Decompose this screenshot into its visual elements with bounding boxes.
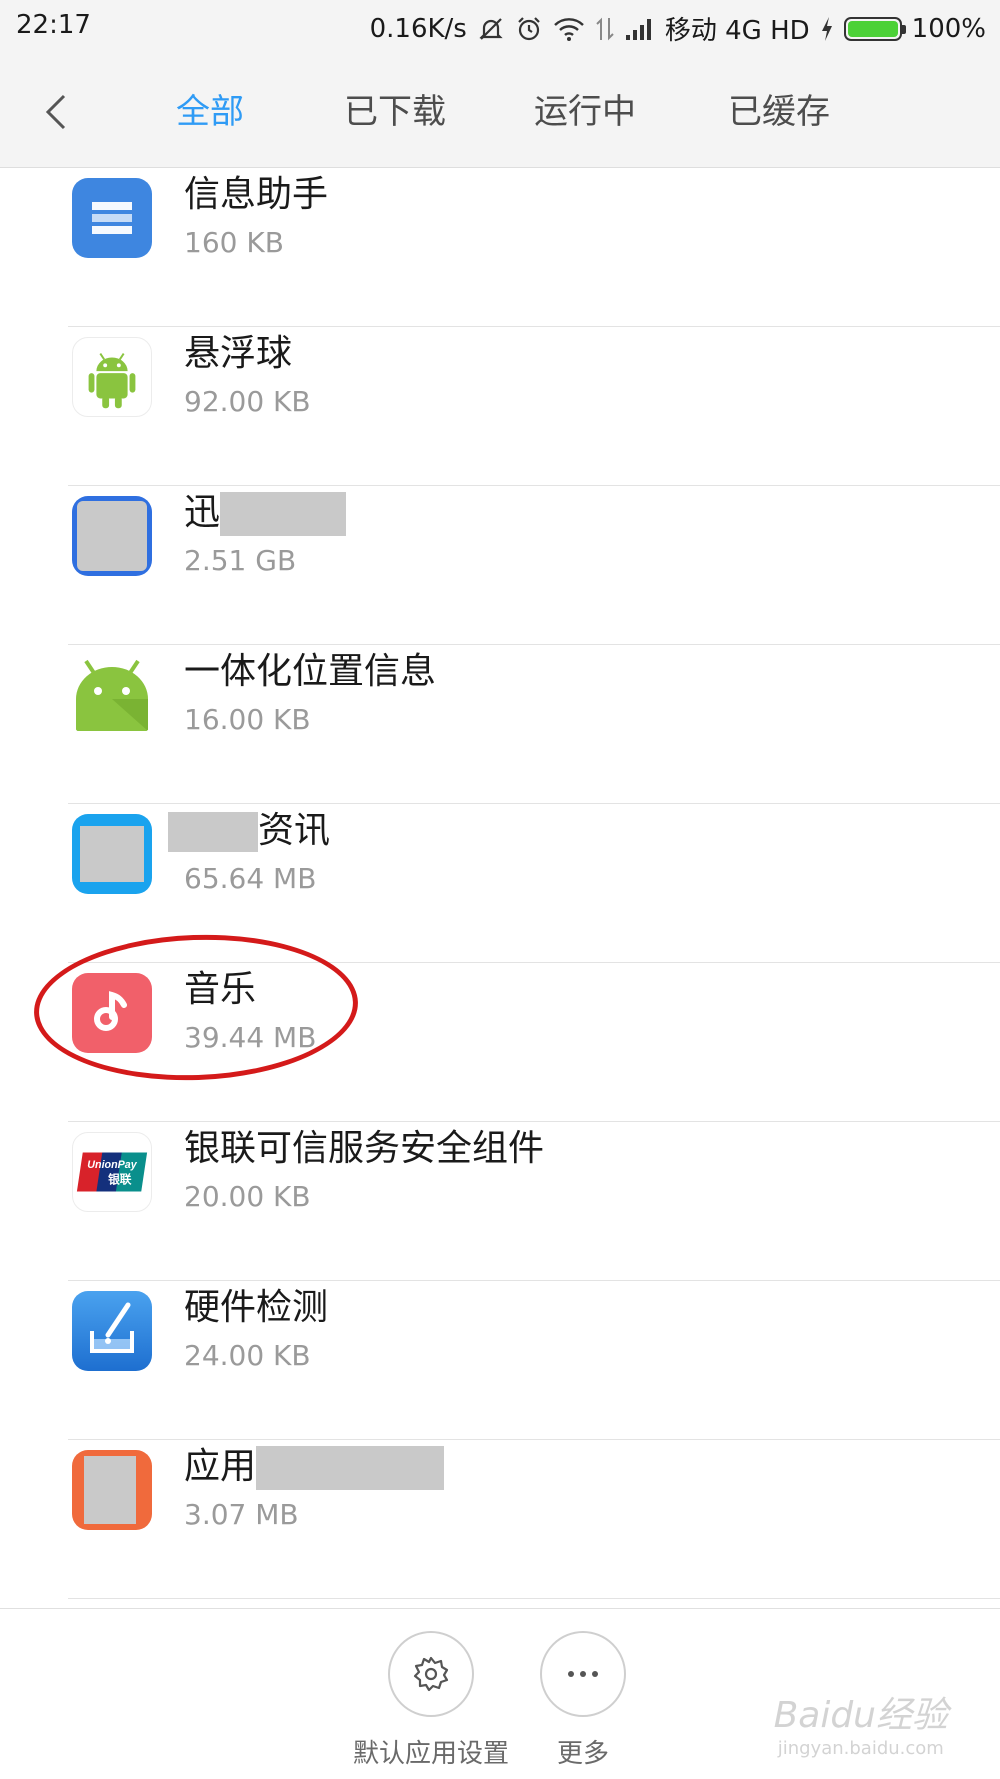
app-name: 硬件检测 <box>184 1287 329 1328</box>
app-name: 迅 <box>184 488 347 538</box>
app-row-float-ball[interactable]: 悬浮球 92.00 KB <box>0 327 1000 486</box>
app-list: 信息助手 160 KB 悬浮球 92.00 KB 迅 2.51 GB 一体化位置… <box>0 168 1000 1599</box>
unionpay-icon: UnionPay 银联 <box>72 1132 152 1212</box>
android-robot-icon <box>72 337 152 417</box>
carrier: 移动 4G HD <box>664 16 810 46</box>
redacted-app-icon <box>72 814 152 894</box>
app-size: 20.00 KB <box>184 1180 311 1213</box>
svg-text:UnionPay: UnionPay <box>87 1159 137 1171</box>
default-apps-label: 默认应用设置 <box>352 1739 509 1769</box>
app-size: 24.00 KB <box>184 1339 311 1372</box>
message-assistant-icon <box>72 178 152 258</box>
app-size: 160 KB <box>184 226 284 259</box>
divider <box>68 1598 1000 1599</box>
more-label: 更多 <box>556 1739 609 1769</box>
app-size: 3.07 MB <box>184 1498 299 1531</box>
alarm-icon <box>515 15 543 43</box>
redacted-text <box>220 492 347 536</box>
app-name: 资讯 <box>168 806 330 856</box>
back-button[interactable] <box>36 86 76 138</box>
tab-downloaded[interactable]: 已下载 <box>306 86 484 138</box>
status-right: 0.16K/s 移动 4G HD 100% <box>370 10 986 47</box>
wifi-icon <box>553 16 585 42</box>
app-size: 92.00 KB <box>184 385 311 418</box>
redacted-text <box>168 812 258 852</box>
watermark-brand: Baidu经验 <box>773 1695 948 1736</box>
app-name: 一体化位置信息 <box>184 651 437 692</box>
signal-icon <box>625 17 655 41</box>
svg-text:银联: 银联 <box>108 1173 132 1187</box>
app-row-app[interactable]: 应用 3.07 MB <box>0 1440 1000 1599</box>
android-head-icon <box>72 655 152 735</box>
bottom-bar: 默认应用设置 更多 Baidu经验 jingyan.baidu.com <box>0 1608 1000 1779</box>
status-time: 22:17 <box>16 10 91 40</box>
redacted-app-icon <box>72 496 152 576</box>
tab-running[interactable]: 运行中 <box>496 86 674 138</box>
redacted-app-icon <box>72 1450 152 1530</box>
default-apps-button[interactable] <box>388 1631 474 1717</box>
battery-percent: 100% <box>911 13 986 44</box>
more-button[interactable] <box>540 1631 626 1717</box>
redacted-text <box>256 1446 445 1490</box>
net-speed: 0.16K/s <box>369 13 467 44</box>
top-bar: 22:17 0.16K/s 移动 4G HD 100% 全部 已下载 运行中 已… <box>0 0 1000 168</box>
more-dots-icon <box>568 1671 598 1677</box>
app-name: 信息助手 <box>184 174 329 215</box>
tab-cached[interactable]: 已缓存 <box>690 86 868 138</box>
app-size: 2.51 GB <box>184 544 297 577</box>
app-row-hardware-test[interactable]: 硬件检测 24.00 KB <box>0 1281 1000 1440</box>
app-size: 65.64 MB <box>184 862 317 895</box>
gear-icon <box>413 1656 449 1692</box>
watermark: Baidu经验 jingyan.baidu.com <box>774 1686 948 1759</box>
app-row-xun[interactable]: 迅 2.51 GB <box>0 486 1000 645</box>
hardware-test-icon <box>72 1291 152 1371</box>
tab-all[interactable]: 全部 <box>150 86 270 138</box>
battery-icon <box>843 16 906 41</box>
charging-icon <box>820 16 834 42</box>
app-row-info-assistant[interactable]: 信息助手 160 KB <box>0 168 1000 327</box>
app-name: 银联可信服务安全组件 <box>184 1128 545 1169</box>
mute-icon <box>477 15 505 43</box>
data-arrows-icon <box>595 16 615 42</box>
app-row-location-info[interactable]: 一体化位置信息 16.00 KB <box>0 645 1000 804</box>
chevron-left-icon <box>45 94 66 130</box>
watermark-url: jingyan.baidu.com <box>777 1738 944 1759</box>
tab-bar: 全部 已下载 运行中 已缓存 <box>150 86 868 138</box>
app-name: 悬浮球 <box>184 333 293 374</box>
app-name: 应用 <box>184 1442 445 1492</box>
status-bar: 22:17 0.16K/s 移动 4G HD 100% <box>0 0 1000 54</box>
app-size: 16.00 KB <box>184 703 311 736</box>
app-row-unionpay-secure[interactable]: UnionPay 银联 银联可信服务安全组件 20.00 KB <box>0 1122 1000 1281</box>
